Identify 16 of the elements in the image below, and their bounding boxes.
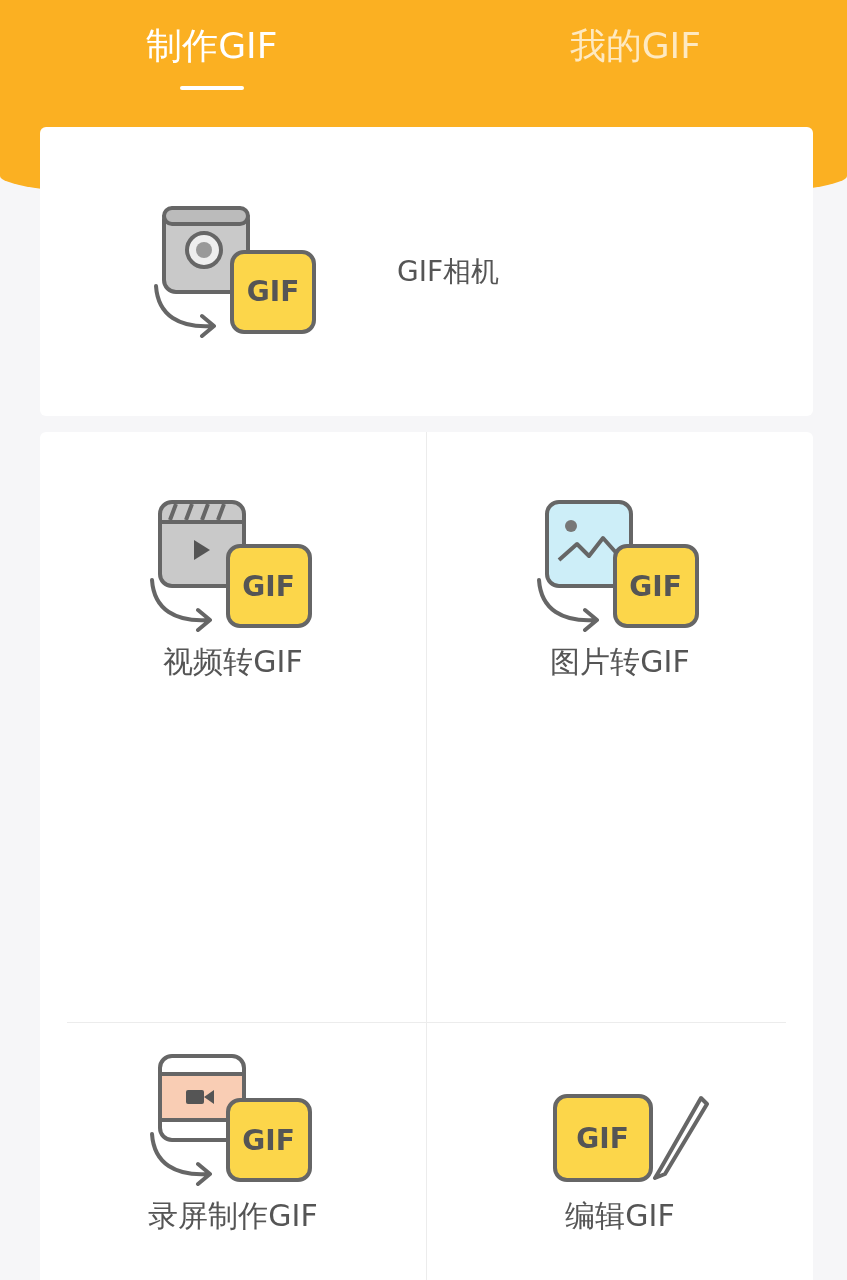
curved-arrow-icon	[149, 578, 212, 632]
gif-badge: GIF	[552, 1094, 653, 1182]
featured-card[interactable]: GIF GIF相机	[40, 127, 813, 416]
camera-icon	[162, 205, 250, 294]
tool-label[interactable]: 录屏制作GIF	[148, 1196, 318, 1237]
tool-label[interactable]: 编辑GIF	[565, 1196, 675, 1237]
tool-label[interactable]: 视频转GIF	[163, 642, 303, 683]
gif-badge: GIF	[230, 249, 316, 334]
tool-label[interactable]: 图片转GIF	[550, 642, 690, 683]
curved-arrow-icon	[149, 1132, 212, 1186]
gif-badge: GIF	[612, 544, 699, 628]
tool-label: GIF相机	[397, 253, 500, 290]
gif-badge: GIF	[225, 544, 312, 628]
curved-arrow-icon	[536, 578, 599, 632]
gif-badge: GIF	[225, 1098, 312, 1182]
curved-arrow-icon	[154, 283, 216, 338]
